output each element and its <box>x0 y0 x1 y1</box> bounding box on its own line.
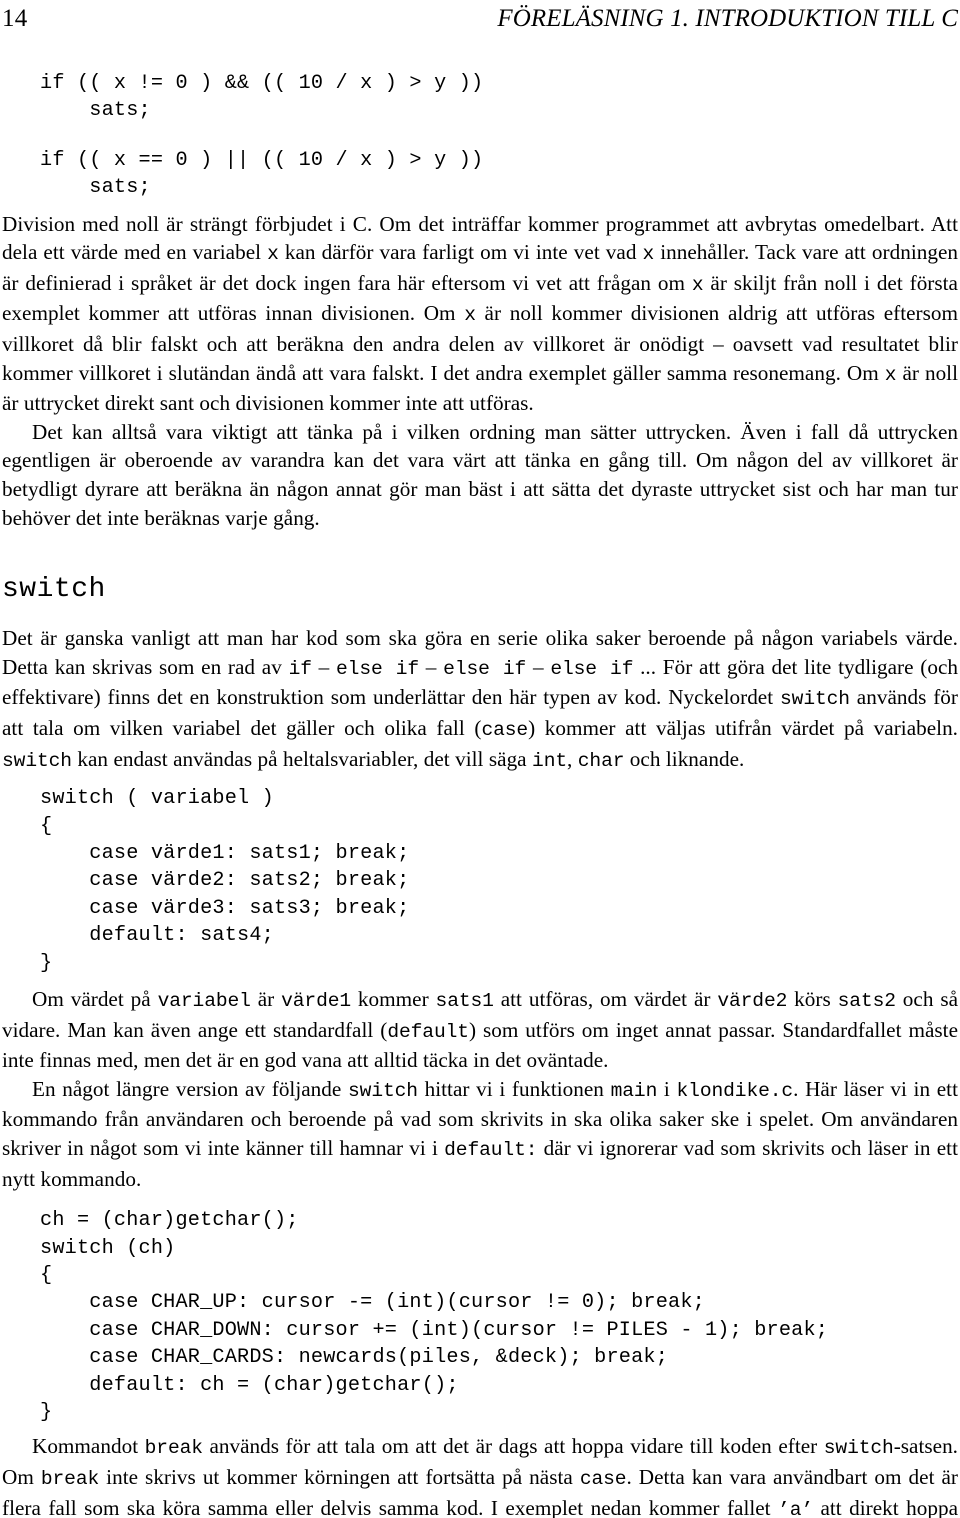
inline-code-switch: switch <box>780 688 850 711</box>
text-run: – <box>419 654 444 679</box>
inline-code-filename: klondike.c <box>676 1079 794 1102</box>
inline-code-sats1: sats1 <box>435 989 494 1012</box>
text-run: kan endast användas på heltalsvariabler,… <box>71 746 533 771</box>
inline-code-sats2: sats2 <box>837 989 896 1012</box>
text-run: inte skrivs ut kommer körningen att fort… <box>99 1464 580 1489</box>
text-run: – <box>526 654 551 679</box>
inline-code-break: break <box>40 1467 100 1490</box>
text-run: körs <box>787 986 838 1011</box>
document-page: 14 FÖRELÄSNING 1. INTRODUKTION TILL C if… <box>0 0 960 1518</box>
text-run: och liknande. <box>624 746 745 771</box>
inline-code-switch: switch <box>2 749 72 772</box>
inline-code-quote-a: ’a’ <box>778 1498 814 1518</box>
inline-code-x: x <box>642 243 655 266</box>
inline-code-varde2: värde2 <box>717 989 788 1012</box>
paragraph-division: Division med noll är strängt förbjudet i… <box>2 210 958 418</box>
code-block-switch-klondike: ch = (char)getchar(); switch (ch) { case… <box>40 1209 829 1424</box>
paragraph-switch-explain: Om värdet på variabel är värde1 kommer s… <box>2 985 958 1075</box>
inline-code-case: case <box>579 1467 627 1490</box>
code-block-if-and: if (( x != 0 ) && (( 10 / x ) > y )) sat… <box>40 72 484 123</box>
chapter-title: FÖRELÄSNING 1. INTRODUKTION TILL C <box>497 5 958 32</box>
inline-code-main: main <box>610 1079 658 1102</box>
inline-code-varde1: värde1 <box>281 989 352 1012</box>
text-run: kommer <box>351 986 436 1011</box>
text-run: kan därför vara farligt om vi inte vet v… <box>278 240 643 265</box>
paragraph-klondike-intro: En något längre version av följande swit… <box>2 1075 958 1193</box>
code-block-if-or: if (( x == 0 ) || (( 10 / x ) > y )) sat… <box>40 148 484 200</box>
inline-code-else-if: else if <box>550 657 634 680</box>
inline-code-default-label: default: <box>444 1138 538 1161</box>
running-head: 14 FÖRELÄSNING 1. INTRODUKTION TILL C <box>2 0 958 42</box>
text-run: hittar vi i funktionen <box>417 1076 611 1101</box>
section-heading-switch: switch <box>2 574 106 606</box>
inline-code-int: int <box>532 749 568 772</box>
text-run: används för att tala om att det är dags … <box>202 1434 824 1459</box>
paragraph-break-explain: Kommandot break används för att tala om … <box>2 1432 958 1518</box>
inline-code-else-if: else if <box>443 657 527 680</box>
code-block-switch-generic: switch ( variabel ) { case värde1: sats1… <box>40 787 410 975</box>
inline-code-case: case <box>481 718 529 741</box>
paragraph-switch-intro: Det är ganska vanligt att man har kod so… <box>2 624 958 775</box>
inline-code-default: default <box>387 1020 469 1043</box>
inline-code-if: if <box>288 657 312 680</box>
text-run: ) kommer att väljas utifrån värdet på va… <box>528 715 958 740</box>
text-run: , <box>567 746 578 771</box>
text-run: är <box>250 986 282 1011</box>
inline-code-x: x <box>691 273 704 296</box>
inline-code-char: char <box>577 749 625 772</box>
text-run: i <box>657 1076 677 1101</box>
inline-code-else-if: else if <box>336 657 420 680</box>
inline-code-variabel: variabel <box>157 989 251 1012</box>
page-number: 14 <box>2 5 28 32</box>
inline-code-x: x <box>267 243 279 266</box>
text-run: Om värdet på <box>32 986 158 1011</box>
inline-code-switch: switch <box>823 1437 894 1460</box>
inline-code-x: x <box>464 304 476 327</box>
inline-code-switch: switch <box>348 1079 418 1102</box>
inline-code-x: x <box>884 363 897 386</box>
inline-code-break: break <box>144 1437 203 1460</box>
paragraph-ordning: Det kan alltså vara viktigt att tänka på… <box>2 419 958 530</box>
text-run: En något längre version av följande <box>32 1076 348 1101</box>
text-run: att utföras, om värdet är <box>493 986 718 1011</box>
text-run: – <box>311 654 337 679</box>
text-run: Kommandot <box>32 1434 145 1459</box>
